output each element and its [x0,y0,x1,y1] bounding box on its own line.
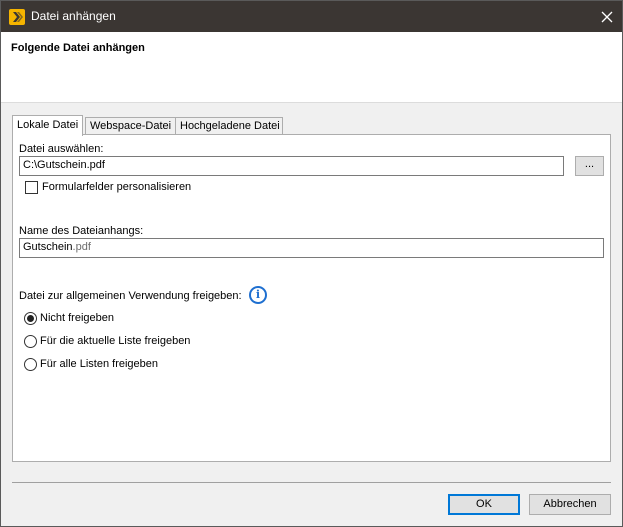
attachment-name-base: Gutschein [23,241,73,253]
footer-divider [12,482,611,483]
file-select-label: Datei auswählen: [19,143,104,155]
close-button[interactable] [592,1,622,32]
tab-local-file[interactable]: Lokale Datei [12,115,83,136]
info-icon[interactable]: i [249,286,267,304]
attachment-name-input[interactable]: Gutschein.pdf [19,238,604,258]
tab-uploaded-file[interactable]: Hochgeladene Datei [175,117,283,135]
attachment-name-ext: .pdf [72,241,91,253]
page-title: Folgende Datei anhängen [11,42,145,54]
header-area: Folgende Datei anhängen [1,32,622,103]
title-bar[interactable]: Datei anhängen [1,1,622,32]
radio-share-all-lists-label: Für alle Listen freigeben [40,358,159,370]
tab-webspace-file[interactable]: Webspace-Datei [85,117,176,135]
radio-share-current-list[interactable] [24,335,37,348]
file-path-value: C:\Gutschein.pdf [23,159,105,171]
browse-button[interactable]: ... [575,156,604,176]
personalize-checkbox[interactable] [25,181,38,194]
share-label: Datei zur allgemeinen Verwendung freigeb… [19,290,242,302]
radio-no-share[interactable] [24,312,37,325]
tab-panel-local-file: Datei auswählen: C:\Gutschein.pdf ... Fo… [12,134,611,462]
cancel-button[interactable]: Abbrechen [529,494,611,515]
radio-share-all-lists[interactable] [24,358,37,371]
dialog-window: Datei anhängen Folgende Datei anhängen L… [0,0,623,527]
window-title: Datei anhängen [31,9,116,23]
personalize-label: Formularfelder personalisieren [42,181,192,193]
ok-button[interactable]: OK [448,494,520,515]
radio-share-current-list-label: Für die aktuelle Liste freigeben [40,335,191,347]
radio-no-share-label: Nicht freigeben [40,312,114,324]
app-logo-icon [9,9,25,25]
attachment-name-label: Name des Dateianhangs: [19,225,144,237]
file-path-input[interactable]: C:\Gutschein.pdf [19,156,564,176]
close-icon [601,11,613,22]
